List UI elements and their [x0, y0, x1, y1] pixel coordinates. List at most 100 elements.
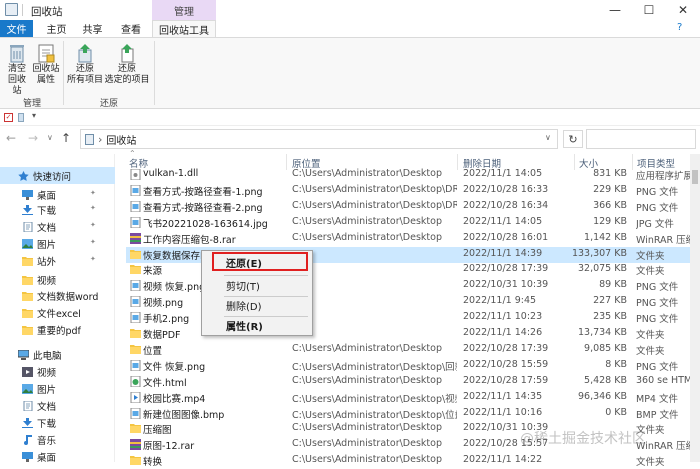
- menu-item-delete[interactable]: 删除(D): [204, 297, 310, 314]
- recycle-bin-properties-button[interactable]: 回收站 属性: [32, 42, 60, 86]
- file-row[interactable]: 文件.html C:\Users\Administrator\Desktop 202…: [126, 374, 690, 390]
- recent-locations-icon[interactable]: ∨: [47, 133, 53, 142]
- cell-date: 2022/11/1 14:39: [463, 247, 543, 259]
- file-row[interactable]: 查看方式-按路径查看-2.png C:\Users\Administrator\D…: [126, 199, 690, 215]
- cell-size: 8 KB: [605, 358, 627, 370]
- cell-size: 1,142 KB: [584, 231, 627, 243]
- cell-loc: C:\Users\Administrator\Desktop: [292, 422, 442, 434]
- sidebar-item[interactable]: 重要的pdf: [0, 321, 115, 338]
- restore-selected-button[interactable]: 还原 选定的项目: [104, 42, 150, 86]
- cell-date: 2022/11/1 14:26: [463, 327, 543, 338]
- address-bar[interactable]: › 回收站: [80, 129, 558, 149]
- back-button[interactable]: ←: [6, 131, 16, 145]
- cell-date: 2022/10/28 16:34: [463, 199, 549, 211]
- sidebar-item[interactable]: 视频: [0, 363, 115, 380]
- cell-date: 2022/10/28 17:39: [463, 342, 549, 354]
- restore-all-button[interactable]: 还原 所有项目: [66, 42, 104, 86]
- address-dropdown-icon[interactable]: ∨: [545, 133, 551, 142]
- qat-dropdown-icon[interactable]: ▾: [32, 111, 36, 120]
- sidebar-item[interactable]: 文档数据word: [0, 287, 115, 304]
- properties-icon: [38, 44, 55, 63]
- file-row[interactable]: 新建位图图像.bmp C:\Users\Administrator\Desktop…: [126, 406, 690, 422]
- image-icon: [130, 184, 141, 197]
- image-icon: [130, 200, 141, 213]
- sidebar-item[interactable]: 文档: [0, 397, 115, 414]
- file-row[interactable]: 文件 恢复.png C:\Users\Administrator\Desktop\…: [126, 358, 690, 374]
- cell-type: PNG 文件: [636, 361, 679, 373]
- pin-icon[interactable]: ✦: [90, 204, 96, 212]
- cell-size: 235 KB: [593, 311, 627, 323]
- tab-share[interactable]: 共享: [76, 20, 109, 37]
- pin-icon[interactable]: ✦: [90, 255, 96, 263]
- minimize-button[interactable]: —: [598, 0, 632, 20]
- folder-icon: [22, 256, 33, 266]
- cell-name: 校园比赛.mp4: [143, 393, 206, 405]
- forward-button[interactable]: →: [28, 131, 38, 145]
- file-row[interactable]: vulkan-1.dll C:\Users\Administrator\Deskt…: [126, 167, 690, 183]
- file-row[interactable]: 转换 C:\Users\Administrator\Desktop 2022/11/…: [126, 453, 690, 469]
- file-row[interactable]: 工作内容压缩包-8.rar C:\Users\Administrator\Desk…: [126, 231, 690, 247]
- search-input[interactable]: [586, 129, 696, 149]
- up-button[interactable]: ↑: [61, 131, 71, 145]
- document-icon[interactable]: [18, 113, 24, 122]
- tab-home[interactable]: 主页: [40, 20, 73, 37]
- sidebar-item[interactable]: 文档 ✦: [0, 218, 115, 235]
- sidebar-item[interactable]: 下载 ✦: [0, 201, 115, 218]
- scrollbar-thumb[interactable]: [692, 170, 698, 184]
- cell-loc: C:\Users\Administrator\Desktop\DR...: [292, 183, 457, 195]
- refresh-button[interactable]: ↻: [563, 130, 583, 148]
- sidebar-item[interactable]: 图片: [0, 380, 115, 397]
- folder-icon: [22, 291, 33, 301]
- cell-name: vulkan-1.dll: [143, 168, 199, 179]
- help-icon[interactable]: ?: [677, 22, 682, 33]
- sidebar-item[interactable]: 桌面: [0, 448, 115, 465]
- sidebar-item[interactable]: 下载: [0, 414, 115, 431]
- sidebar-item[interactable]: 文件excel: [0, 304, 115, 321]
- cell-loc: C:\Users\Administrator\Desktop\视频: [292, 393, 457, 405]
- properties-label-1: 回收站: [32, 64, 60, 74]
- sidebar-item[interactable]: 快速访问: [0, 167, 115, 184]
- cell-size: 5,428 KB: [584, 374, 627, 386]
- desktop-icon: [22, 451, 33, 462]
- cell-size: 129 KB: [593, 215, 627, 227]
- restore-selected-label-2: 选定的项目: [104, 75, 150, 85]
- tab-file[interactable]: 文件: [0, 20, 33, 37]
- sidebar-item[interactable]: 视频: [0, 271, 115, 288]
- sidebar-item[interactable]: 图片 ✦: [0, 235, 115, 252]
- cell-loc: C:\Users\Administrator\Desktop: [292, 454, 442, 466]
- close-button[interactable]: ✕: [666, 0, 700, 20]
- sidebar-item[interactable]: 此电脑: [0, 346, 115, 363]
- pin-icon[interactable]: ✦: [90, 189, 96, 197]
- empty-recycle-label-2: 回收站: [7, 75, 26, 96]
- cell-type: 文件夹: [636, 330, 665, 341]
- sidebar-item-label: 此电脑: [33, 350, 62, 362]
- pin-icon[interactable]: ✦: [90, 238, 96, 246]
- file-row[interactable]: 位置 C:\Users\Administrator\Desktop 2022/10/…: [126, 342, 690, 358]
- menu-item-properties[interactable]: 属性(R): [204, 317, 310, 334]
- file-row[interactable]: 查看方式-按路径查看-1.png C:\Users\Administrator\D…: [126, 183, 690, 199]
- image-icon: [130, 407, 141, 419]
- cell-type: 文件夹: [636, 345, 665, 357]
- sidebar-item[interactable]: 站外 ✦: [0, 252, 115, 269]
- picture-icon: [22, 238, 33, 249]
- menu-item-cut[interactable]: 剪切(T): [204, 277, 310, 294]
- checkbox-icon[interactable]: ✓: [4, 113, 13, 122]
- maximize-button[interactable]: ☐: [632, 0, 666, 20]
- vertical-scrollbar[interactable]: [690, 154, 700, 462]
- title-bar: 回收站 — ☐ ✕: [0, 0, 700, 20]
- empty-recycle-bin-button[interactable]: 清空 回收站: [4, 42, 30, 97]
- sidebar-item[interactable]: 音乐: [0, 431, 115, 448]
- cell-loc: C:\Users\Administrator\Desktop\回就...: [292, 361, 457, 373]
- file-row[interactable]: 校园比赛.mp4 C:\Users\Administrator\Desktop\视…: [126, 390, 690, 406]
- cell-type: PNG 文件: [636, 186, 679, 198]
- image-icon: [130, 359, 141, 372]
- pin-icon[interactable]: ✦: [90, 221, 96, 229]
- cell-name: 新建位图图像.bmp: [143, 409, 225, 421]
- cell-date: 2022/10/28 17:59: [463, 374, 549, 386]
- tab-view[interactable]: 查看: [113, 20, 149, 37]
- folder-icon: [130, 455, 141, 466]
- cell-size: 9,085 KB: [584, 342, 627, 354]
- tab-recycle-tools[interactable]: 回收站工具: [152, 20, 216, 38]
- file-row[interactable]: 飞书20221028-163614.jpg C:\Users\Administra…: [126, 215, 690, 231]
- address-text: 回收站: [106, 135, 137, 147]
